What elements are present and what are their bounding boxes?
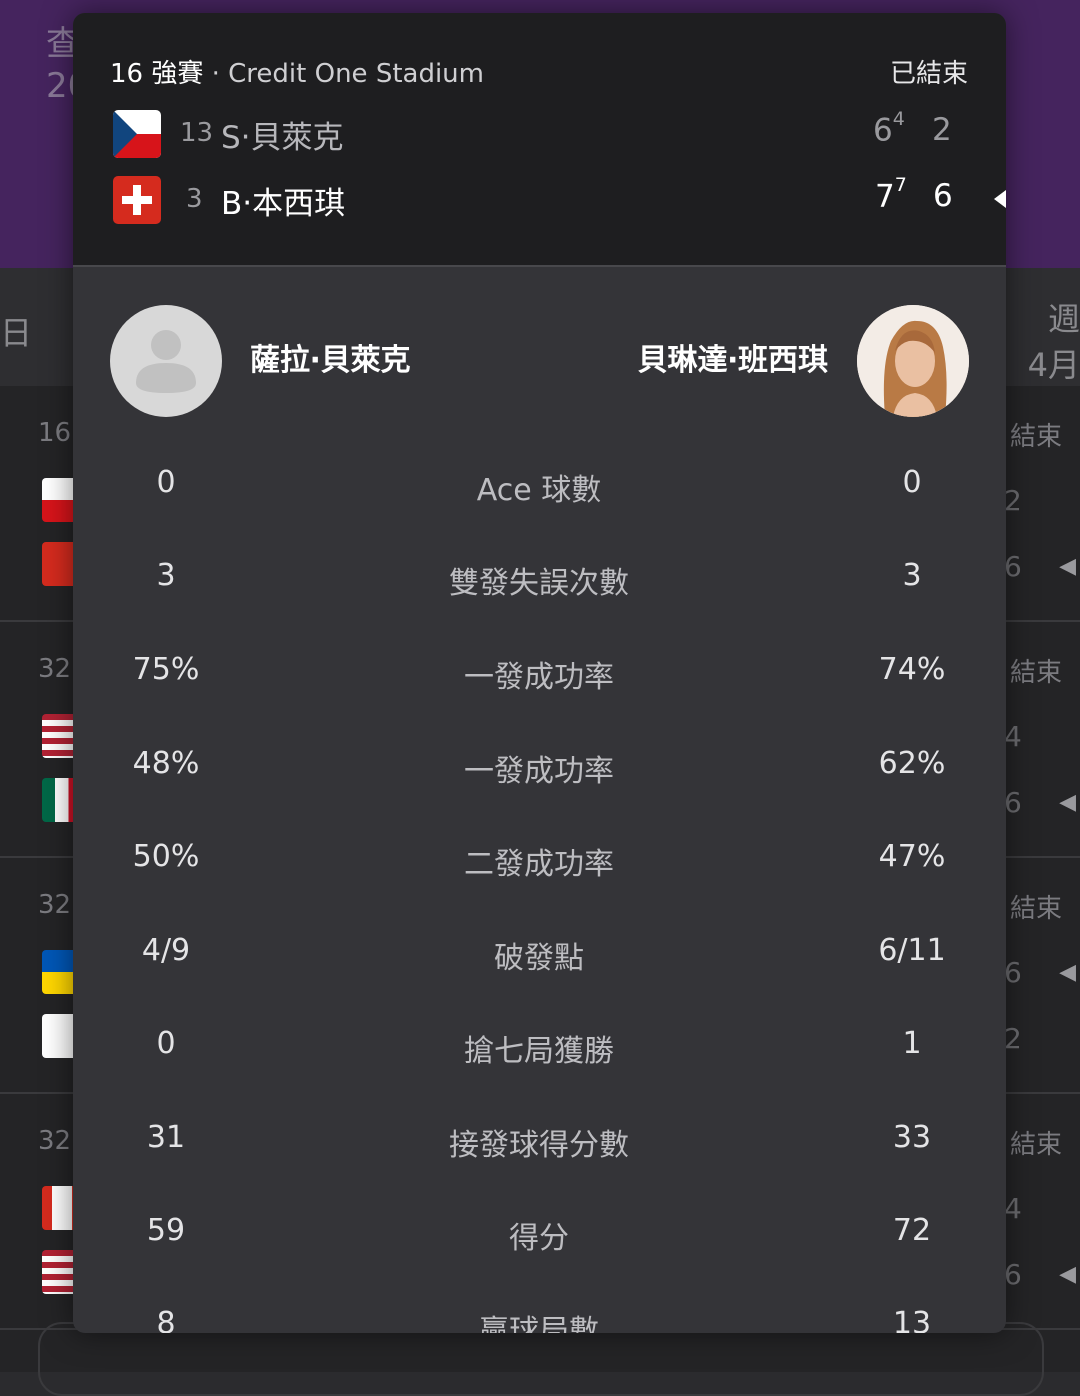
stat-row: 8 贏球局數 13 <box>73 1306 1006 1333</box>
stat-label: 破發點 <box>494 941 584 976</box>
player-row: 13 S‧貝萊克 64 2 <box>73 108 1006 166</box>
right-value: 1 <box>902 1026 922 1061</box>
right-value: 0 <box>902 465 922 500</box>
winner-arrow-icon: ◀ <box>1059 960 1076 985</box>
left-value: 75% <box>132 652 200 687</box>
avatar-placeholder <box>110 305 222 417</box>
score: 2 <box>1004 1022 1022 1055</box>
set-score: 77 <box>875 174 907 215</box>
score: 4 <box>1004 720 1022 753</box>
stat-label: 一發成功率 <box>464 660 614 695</box>
stat-label: 二發成功率 <box>464 847 614 882</box>
stat-label: 得分 <box>509 1221 569 1256</box>
right-player-name: 貝琳達‧班西琪 <box>637 343 828 378</box>
player-name: S‧貝萊克 <box>221 120 344 156</box>
status-label: 結束 <box>1009 894 1062 924</box>
score: 6 <box>1004 550 1022 583</box>
stat-label: 雙發失誤次數 <box>449 566 629 601</box>
left-value: 4/9 <box>141 933 191 968</box>
winner-arrow-icon: ◀ <box>1059 1262 1076 1287</box>
stat-label: 搶七局獲勝 <box>464 1034 614 1069</box>
player-seed: 13 <box>180 118 214 148</box>
status-label: 結束 <box>1009 422 1062 452</box>
round-label: 32 <box>38 890 72 920</box>
date-right-label: 週 4月 <box>1027 300 1080 384</box>
player-photo-avatar <box>857 305 969 417</box>
round-label: 16 <box>38 418 72 448</box>
stat-row: 48% 一發成功率 62% <box>73 746 1006 806</box>
left-value: 0 <box>156 465 176 500</box>
right-value: 62% <box>878 746 946 781</box>
match-round-venue: 16 強賽 · Credit One Stadium <box>110 59 484 89</box>
score: 4 <box>1004 1192 1022 1225</box>
stat-row: 75% 一發成功率 74% <box>73 652 1006 712</box>
score: 6 <box>1004 1258 1022 1291</box>
left-value: 50% <box>132 839 200 874</box>
background-card <box>38 1322 1044 1396</box>
left-player-name: 薩拉‧貝萊克 <box>250 343 411 378</box>
winner-arrow-icon: ◀ <box>1059 790 1076 815</box>
status-label: 結束 <box>1009 1130 1062 1160</box>
right-value: 47% <box>878 839 946 874</box>
stat-row: 0 搶七局獲勝 1 <box>73 1026 1006 1086</box>
stat-label: 一發成功率 <box>464 754 614 789</box>
stat-row: 3 雙發失誤次數 3 <box>73 558 1006 618</box>
match-header: 16 強賽 · Credit One Stadium 已結束 13 S‧貝萊克 … <box>73 13 1006 267</box>
stat-label: 接發球得分數 <box>449 1128 629 1163</box>
person-icon <box>136 330 196 393</box>
left-value: 8 <box>156 1306 176 1333</box>
status-label: 結束 <box>1009 658 1062 688</box>
score: 6 <box>1004 786 1022 819</box>
stat-label: 贏球局數 <box>479 1314 599 1333</box>
stat-label: Ace 球數 <box>476 473 602 508</box>
match-stats-popup: 16 強賽 · Credit One Stadium 已結束 13 S‧貝萊克 … <box>73 13 1006 1333</box>
right-value: 74% <box>878 652 946 687</box>
round-label: 16 強賽 <box>110 59 204 89</box>
stat-row: 0 Ace 球數 0 <box>73 465 1006 525</box>
stat-row: 59 得分 72 <box>73 1213 1006 1273</box>
left-value: 31 <box>146 1120 186 1155</box>
stat-row: 4/9 破發點 6/11 <box>73 933 1006 993</box>
set-score: 6 <box>933 178 953 214</box>
player-name: B‧本西琪 <box>221 186 346 222</box>
left-value: 59 <box>146 1213 186 1248</box>
player-portrait-icon <box>857 305 969 417</box>
score: 2 <box>1004 484 1022 517</box>
left-value: 0 <box>156 1026 176 1061</box>
left-value: 48% <box>132 746 200 781</box>
stat-row: 50% 二發成功率 47% <box>73 839 1006 899</box>
date-left-label: 日 <box>0 314 33 352</box>
right-value: 3 <box>902 558 922 593</box>
swiss-flag-icon <box>113 176 161 224</box>
player-row: 3 B‧本西琪 77 6 <box>73 174 1006 232</box>
round-label: 32 <box>38 654 72 684</box>
stat-row: 31 接發球得分數 33 <box>73 1120 1006 1180</box>
venue-label: Credit One Stadium <box>228 59 484 89</box>
right-value: 13 <box>892 1306 932 1333</box>
czech-flag-icon <box>113 110 161 158</box>
match-status: 已結束 <box>889 59 968 89</box>
right-value: 33 <box>892 1120 932 1155</box>
right-value: 72 <box>892 1213 932 1248</box>
set-score: 64 <box>873 108 905 149</box>
score: 6 <box>1004 956 1022 989</box>
set-score: 2 <box>932 112 952 148</box>
right-value: 6/11 <box>878 933 946 968</box>
winner-arrow-icon: ◀ <box>1059 554 1076 579</box>
left-value: 3 <box>156 558 176 593</box>
player-seed: 3 <box>186 184 203 214</box>
winner-arrow-icon <box>994 190 1006 208</box>
round-label: 32 <box>38 1126 72 1156</box>
